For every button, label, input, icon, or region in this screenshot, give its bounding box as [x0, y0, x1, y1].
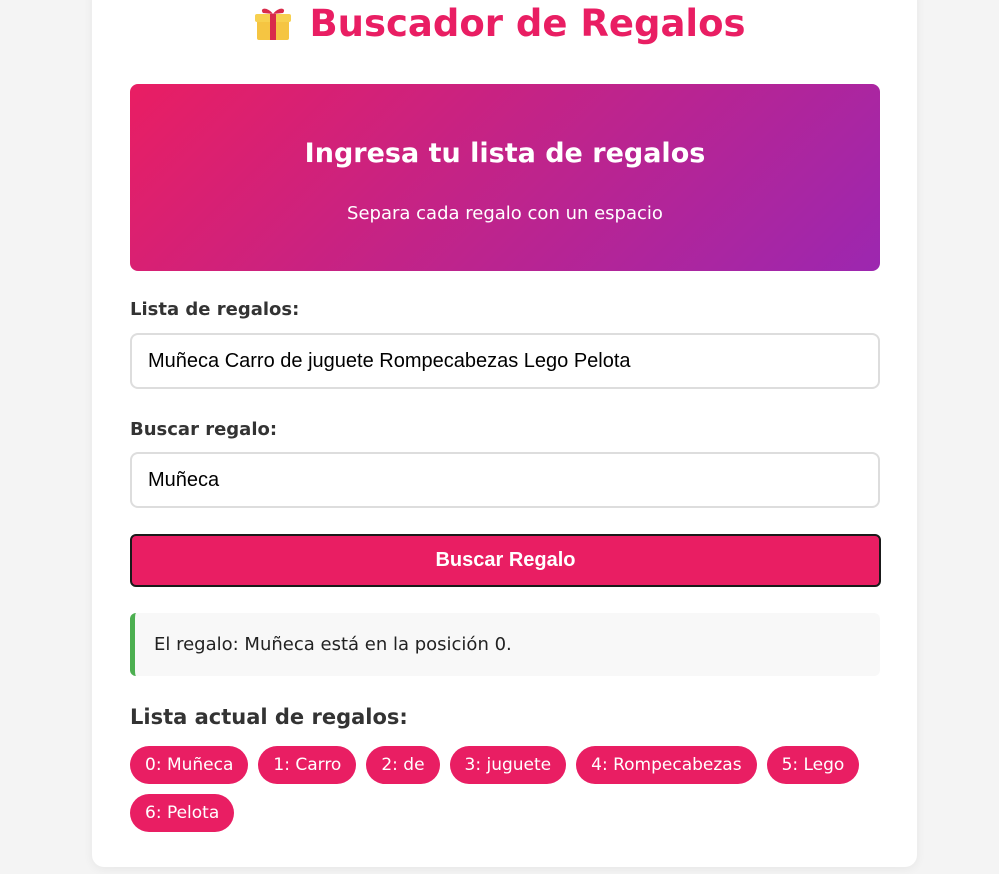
gift-icon	[253, 3, 293, 43]
current-list-heading: Lista actual de regalos:	[130, 705, 408, 729]
page-title: Buscador de Regalos	[0, 0, 999, 46]
gift-chip: 4: Rompecabezas	[576, 746, 757, 784]
gift-list-label: Lista de regalos:	[130, 299, 300, 320]
banner-subtitle: Separa cada regalo con un espacio	[347, 203, 663, 224]
search-gift-button[interactable]: Buscar Regalo	[130, 534, 881, 587]
page-title-text: Buscador de Regalos	[309, 1, 746, 45]
instructions-banner	[130, 84, 880, 271]
search-result-text: El regalo: Muñeca está en la posición 0.	[154, 634, 512, 655]
gift-chip-list: 0: Muñeca 1: Carro 2: de 3: juguete 4: R…	[130, 746, 880, 832]
gift-chip: 5: Lego	[766, 746, 860, 784]
gift-chip: 0: Muñeca	[130, 746, 249, 784]
gift-chip: 3: juguete	[449, 746, 567, 784]
search-gift-label: Buscar regalo:	[130, 419, 278, 440]
gift-chip: 1: Carro	[258, 746, 357, 784]
search-gift-input[interactable]	[130, 452, 880, 508]
banner-title: Ingresa tu lista de regalos	[304, 138, 706, 169]
search-result-message: El regalo: Muñeca está en la posición 0.	[130, 613, 880, 676]
gift-list-input[interactable]	[130, 333, 880, 389]
gift-chip: 2: de	[366, 746, 440, 784]
gift-chip: 6: Pelota	[130, 794, 235, 832]
